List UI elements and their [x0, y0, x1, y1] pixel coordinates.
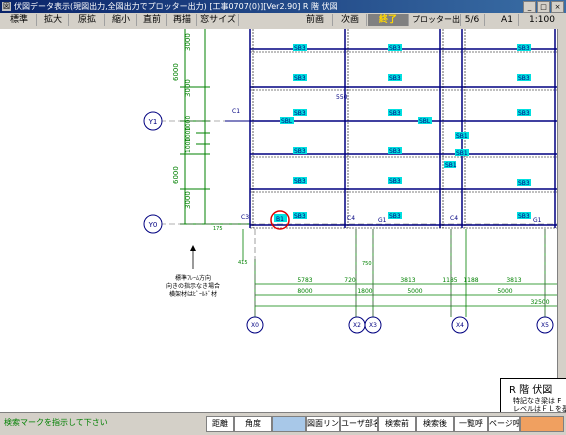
- dim-left-6000a: 6000: [172, 63, 180, 81]
- page-indicator: 5/6: [460, 14, 485, 26]
- label-sb3-3: SB3: [518, 45, 530, 52]
- dim-3813a: 3813: [400, 277, 415, 284]
- label-sb1-3: SB1: [445, 162, 457, 169]
- grid-label-x2: X2: [353, 322, 361, 329]
- paper-size: A1: [496, 14, 519, 26]
- note-line-3: 横架材はﾋﾟｰﾙﾄﾞ材: [169, 290, 217, 298]
- floor-plan: 6000 3000 3000 1000 1000 1000 6000 3000 …: [143, 29, 566, 334]
- label-sb3-2: SB3: [389, 45, 401, 52]
- dim-5000a: 5000: [407, 288, 422, 295]
- label-sb3-4: SB3: [294, 75, 306, 82]
- dim-175: 175: [213, 226, 223, 232]
- next-page-button[interactable]: 次画: [334, 14, 367, 26]
- standard-button[interactable]: 標準: [2, 14, 37, 26]
- plotter-output-button[interactable]: プロッター出力: [412, 14, 461, 26]
- dim-720: 720: [344, 277, 356, 284]
- dim-3813b: 3813: [506, 277, 521, 284]
- grid-label-x4: X4: [456, 322, 464, 329]
- label-sb3-17: SB3: [518, 213, 530, 220]
- label-sb3-9: SB3: [518, 110, 530, 117]
- label-sb3-8: SB3: [389, 110, 401, 117]
- statusbar: 検索マークを指示して下さい 距離 角度 図面リンク ユーザ部名 検索前 検索後 …: [0, 412, 566, 435]
- label-g1-1: G1: [378, 217, 387, 224]
- note-line-2: 向きの指示なき場合: [166, 282, 220, 290]
- dim-left-1000c: 1000: [185, 138, 192, 153]
- grid-label-x0: X0: [251, 322, 259, 329]
- app-icon[interactable]: 図: [2, 2, 11, 11]
- zoom-in-button[interactable]: 拡大: [38, 14, 69, 26]
- redraw-button[interactable]: 再描: [168, 14, 197, 26]
- label-sb3-10: SB3: [294, 148, 306, 155]
- label-sbl-1: SBL: [281, 118, 293, 125]
- window-title: 伏図データ表示(現図出力,全図出力でプロッター出力) [工事0707(0)][V…: [14, 2, 338, 11]
- dim-1188: 1188: [463, 277, 478, 284]
- list-call-button[interactable]: 一覧呼: [454, 416, 488, 432]
- distance-button[interactable]: 距離: [206, 416, 234, 432]
- drawing-canvas[interactable]: 6000 3000 3000 1000 1000 1000 6000 3000 …: [0, 29, 566, 412]
- label-c4-2: C4: [450, 215, 458, 222]
- previous-view-button[interactable]: 直前: [138, 14, 167, 26]
- label-c4-1: C4: [347, 215, 355, 222]
- grid-label-y1: Y1: [148, 118, 158, 126]
- floor-title: R 階 伏図: [509, 385, 553, 396]
- label-sb1-1: SB1: [456, 133, 468, 140]
- label-sb3-5: SB3: [389, 75, 401, 82]
- label-sb3-6: SB3: [518, 75, 530, 82]
- dim-32500: 32500: [530, 299, 549, 306]
- scale-indicator: 1:100: [529, 15, 555, 25]
- dim-1800: 1800: [357, 288, 372, 295]
- window-titlebar: 図 伏図データ表示(現図出力,全図出力でプロッター出力) [工事0707(0)]…: [0, 0, 566, 13]
- search-prev-button[interactable]: 検索前: [378, 416, 416, 432]
- window-size-button[interactable]: 窓サイズ: [198, 14, 239, 26]
- label-g1-2: G1: [533, 217, 542, 224]
- label-sb3-12: SB3: [294, 178, 306, 185]
- dim-left-3000a: 3000: [184, 33, 192, 51]
- dim-5783: 5783: [297, 277, 312, 284]
- previous-page-button[interactable]: 前画: [298, 14, 333, 26]
- label-c3: C3: [241, 214, 249, 221]
- search-next-button[interactable]: 検索後: [416, 416, 454, 432]
- label-sb1-2: SB1: [456, 150, 468, 157]
- zoom-out-button[interactable]: 縮小: [106, 14, 137, 26]
- maximize-button[interactable]: □: [537, 1, 550, 13]
- end-button[interactable]: 終了: [368, 14, 409, 26]
- angle-button[interactable]: 角度: [234, 416, 272, 432]
- dim-550: 550: [336, 94, 348, 101]
- dim-left-6000b: 6000: [172, 166, 180, 184]
- label-sb3-7: SB3: [294, 110, 306, 117]
- dim-750: 750: [362, 261, 372, 267]
- dim-8000: 8000: [297, 288, 312, 295]
- window-controls: _ □ ×: [523, 1, 564, 13]
- dim-left-3000b: 3000: [184, 79, 192, 97]
- minimize-button[interactable]: _: [523, 1, 536, 13]
- grid-label-x3: X3: [369, 322, 377, 329]
- label-sb3-16: SB3: [389, 213, 401, 220]
- page-call-button[interactable]: ページ呼: [488, 416, 520, 432]
- label-sb3-14: SB3: [518, 180, 530, 187]
- angle-value: [272, 416, 306, 432]
- dim-left-3000c: 3000: [184, 191, 192, 209]
- grid-label-y0: Y0: [148, 221, 158, 229]
- dim-5000b: 5000: [497, 288, 512, 295]
- vertical-scrollbar[interactable]: [557, 29, 566, 412]
- dim-1185: 1185: [442, 277, 457, 284]
- toolbar: 標準 拡大 原拡 縮小 直前 再描 窓サイズ 前画 次画 終了 プロッター出力 …: [0, 13, 566, 30]
- close-button[interactable]: ×: [551, 1, 564, 13]
- original-zoom-button[interactable]: 原拡: [70, 14, 105, 26]
- note-line-1: 標準ﾌﾚｰﾑ方向: [175, 274, 211, 282]
- label-sb3-13: SB3: [389, 178, 401, 185]
- label-c1: C1: [232, 108, 240, 115]
- user-name-button[interactable]: ユーザ部名: [340, 416, 378, 432]
- label-b1: B1: [276, 216, 284, 223]
- label-sb3-15: SB3: [294, 213, 306, 220]
- status-message: 検索マークを指示して下さい: [4, 418, 108, 427]
- label-sb3-1: SB3: [294, 45, 306, 52]
- drawing-title-box: R 階 伏図 特記なき梁は F レベルはＦＬを基: [500, 378, 566, 414]
- page-call-input[interactable]: [520, 416, 564, 432]
- label-sbl-2: SBL: [419, 118, 431, 125]
- drawing-link-button[interactable]: 図面リンク: [306, 416, 340, 432]
- grid-label-x5: X5: [541, 322, 549, 329]
- label-sb3-11: SB3: [389, 148, 401, 155]
